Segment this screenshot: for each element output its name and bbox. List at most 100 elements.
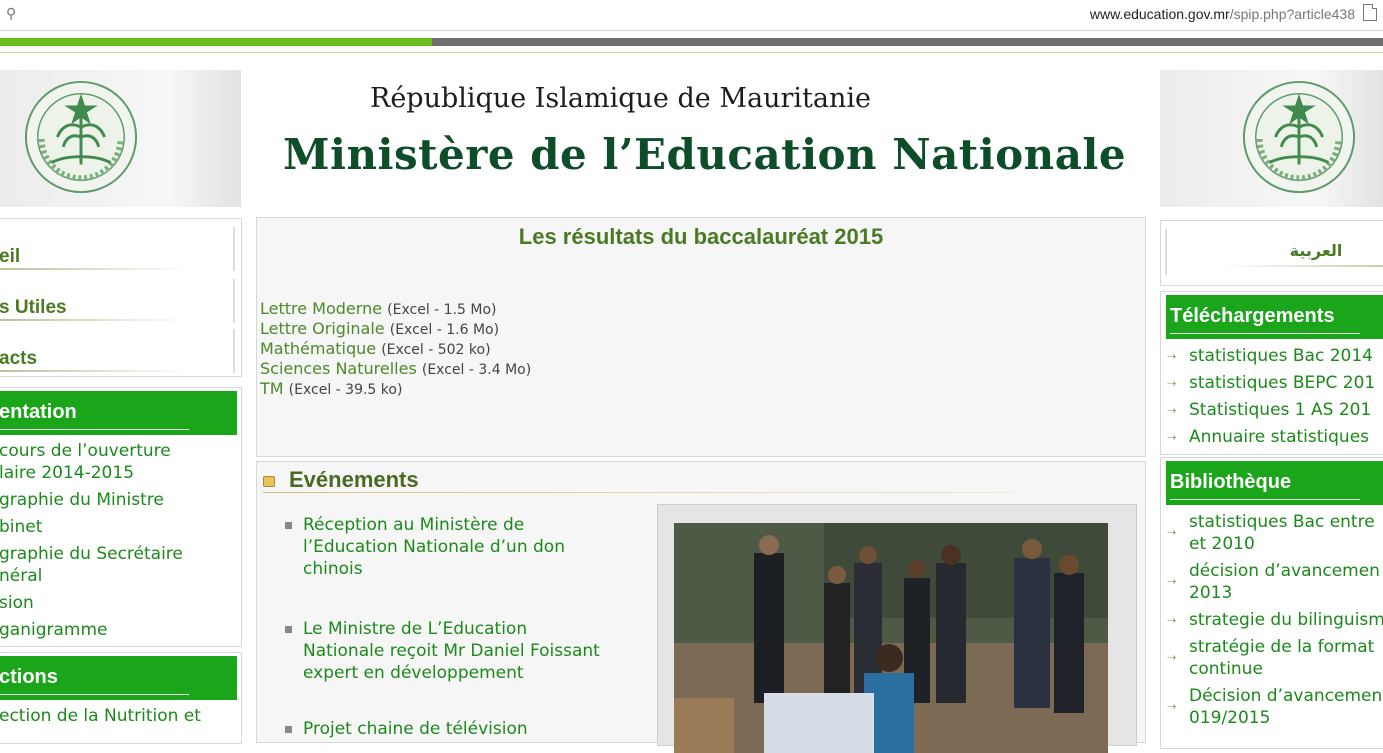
bullet-icon (285, 626, 292, 633)
nav-liens-utiles[interactable]: s Utiles (0, 297, 67, 319)
divider (0, 319, 189, 321)
left-nav: eil s Utiles acts (0, 218, 242, 377)
download-row: TM (Excel - 39.5 ko) (260, 379, 402, 398)
nav-contacts[interactable]: acts (0, 348, 37, 370)
bibliotheque-link[interactable]: stratégie de la format continue (1189, 636, 1374, 680)
presentation-link[interactable]: graphie du Secrétaire (0, 543, 183, 565)
arabic-link[interactable]: العربية (1161, 241, 1383, 260)
event-item[interactable]: Réception au Ministère de l’Education Na… (285, 514, 645, 580)
link-line[interactable]: statistiques Bac entre (1189, 511, 1375, 533)
article-panel: Les résultats du baccalauréat 2015 Lettr… (256, 217, 1146, 457)
divider (233, 227, 235, 271)
directions-panel: ctions ection de la Nutrition et (0, 652, 242, 744)
link-line[interactable]: continue (1189, 658, 1374, 680)
bibliotheque-link[interactable]: statistiques Bac entre et 2010 (1189, 511, 1375, 555)
download-link[interactable]: Sciences Naturelles (260, 359, 417, 378)
download-row: Sciences Naturelles (Excel - 3.4 Mo) (260, 359, 531, 378)
presentation-header: entation (0, 391, 237, 435)
telechargement-link[interactable]: statistiques BEPC 201 (1189, 372, 1375, 394)
presentation-link[interactable]: ganigramme (0, 619, 107, 641)
divider (0, 429, 189, 430)
arrow-icon: ⇢ (1167, 377, 1177, 390)
bibliotheque-header: Bibliothèque (1166, 461, 1383, 505)
directions-title: ctions (0, 666, 58, 688)
download-meta: (Excel - 1.6 Mo) (389, 322, 500, 338)
url-path: /spip.php?article438 (1229, 6, 1355, 22)
url-host: www.education.gov.mr (1089, 6, 1230, 22)
telechargement-link[interactable]: Annuaire statistiques (1189, 426, 1369, 448)
event-item[interactable]: Le Ministre de L’Education Nationale reç… (285, 618, 645, 684)
event-line[interactable]: l’Education Nationale d’un don (303, 536, 645, 558)
event-line[interactable]: chinois (303, 558, 645, 580)
presentation-link[interactable]: sion (0, 592, 34, 614)
link-line[interactable]: 2013 (1189, 582, 1380, 604)
divider (0, 694, 189, 695)
link-line[interactable]: et 2010 (1189, 533, 1375, 555)
download-link[interactable]: Mathématique (260, 339, 376, 358)
download-link[interactable]: Lettre Moderne (260, 299, 382, 318)
presentation-link[interactable]: laire 2014-2015 (0, 462, 134, 484)
directions-link[interactable]: ection de la Nutrition et (0, 705, 201, 727)
presentation-link[interactable]: binet (0, 516, 42, 538)
page-icon (1363, 4, 1377, 21)
telechargement-link[interactable]: Statistiques 1 AS 201 (1189, 399, 1371, 421)
divider (0, 268, 189, 270)
presentation-link[interactable]: cours de l’ouverture (0, 440, 171, 462)
telechargements-title: Téléchargements (1170, 305, 1335, 327)
url-text[interactable]: www.education.gov.mr/spip.php?article438 (1090, 6, 1355, 22)
arrow-icon: ⇢ (1167, 651, 1177, 664)
download-meta: (Excel - 1.5 Mo) (387, 302, 497, 318)
arrow-icon: ⇢ (1167, 431, 1177, 444)
arrow-icon: ⇢ (1167, 404, 1177, 417)
telechargement-link[interactable]: statistiques Bac 2014 (1189, 345, 1373, 367)
nav-accueil[interactable]: eil (0, 246, 20, 268)
divider (1221, 265, 1383, 267)
telechargements-panel: Téléchargements ⇢ statistiques Bac 2014 … (1160, 291, 1383, 455)
presentation-link[interactable]: néral (0, 565, 42, 587)
link-line[interactable]: strategie du bilinguism (1189, 609, 1383, 631)
bibliotheque-link[interactable]: Décision d’avancemen 019/2015 (1189, 685, 1382, 729)
divider (0, 52, 1383, 53)
divider (263, 492, 1015, 493)
top-bar-grey (432, 38, 1383, 46)
download-link[interactable]: TM (260, 379, 284, 398)
header-ministry: Ministère de l’Education Nationale (283, 130, 1127, 179)
link-line[interactable]: stratégie de la format (1189, 636, 1374, 658)
events-title: Evénements (289, 467, 419, 492)
event-line[interactable]: Nationale reçoit Mr Daniel Foissant (303, 640, 645, 662)
divider (0, 370, 189, 372)
divider (1170, 333, 1360, 334)
link-line[interactable]: Décision d’avancemen (1189, 685, 1382, 707)
bibliotheque-link[interactable]: strategie du bilinguism (1189, 609, 1383, 631)
arrow-icon: ⇢ (1167, 575, 1177, 588)
download-meta: (Excel - 502 ko) (381, 342, 491, 358)
bullet-icon (263, 476, 275, 487)
presentation-link[interactable]: graphie du Ministre (0, 489, 164, 511)
download-link[interactable]: Lettre Originale (260, 319, 385, 338)
event-line[interactable]: Le Ministre de L’Education (303, 618, 645, 640)
event-item[interactable]: Projet chaine de télévision (285, 718, 645, 740)
event-line[interactable]: Projet chaine de télévision (303, 718, 645, 740)
divider (233, 279, 235, 323)
language-panel: العربية (1160, 220, 1383, 286)
event-photo-frame (657, 504, 1137, 753)
download-meta: (Excel - 39.5 ko) (288, 382, 403, 398)
link-line[interactable]: décision d’avancemen (1189, 560, 1380, 582)
event-line[interactable]: Réception au Ministère de (303, 514, 645, 536)
bullet-icon (285, 522, 292, 529)
presentation-panel: entation cours de l’ouverture laire 2014… (0, 387, 242, 647)
article-title: Les résultats du baccalauréat 2015 (518, 224, 884, 249)
emblem-panel-right (1160, 70, 1383, 207)
telechargements-header: Téléchargements (1166, 295, 1383, 339)
event-line[interactable]: expert en développement (303, 662, 645, 684)
link-line[interactable]: 019/2015 (1189, 707, 1382, 729)
bibliotheque-link[interactable]: décision d’avancemen 2013 (1189, 560, 1380, 604)
arrow-icon: ⇢ (1167, 350, 1177, 363)
zoom-icon[interactable]: ⚲ (6, 6, 16, 22)
events-panel: Evénements Réception au Ministère de l’E… (256, 461, 1146, 753)
emblem-icon (24, 80, 138, 194)
event-photo[interactable] (674, 523, 1108, 753)
directions-header: ctions (0, 656, 237, 700)
bibliotheque-panel: Bibliothèque ⇢ statistiques Bac entre et… (1160, 457, 1383, 749)
address-bar[interactable]: ⚲ www.education.gov.mr/spip.php?article4… (0, 0, 1383, 31)
